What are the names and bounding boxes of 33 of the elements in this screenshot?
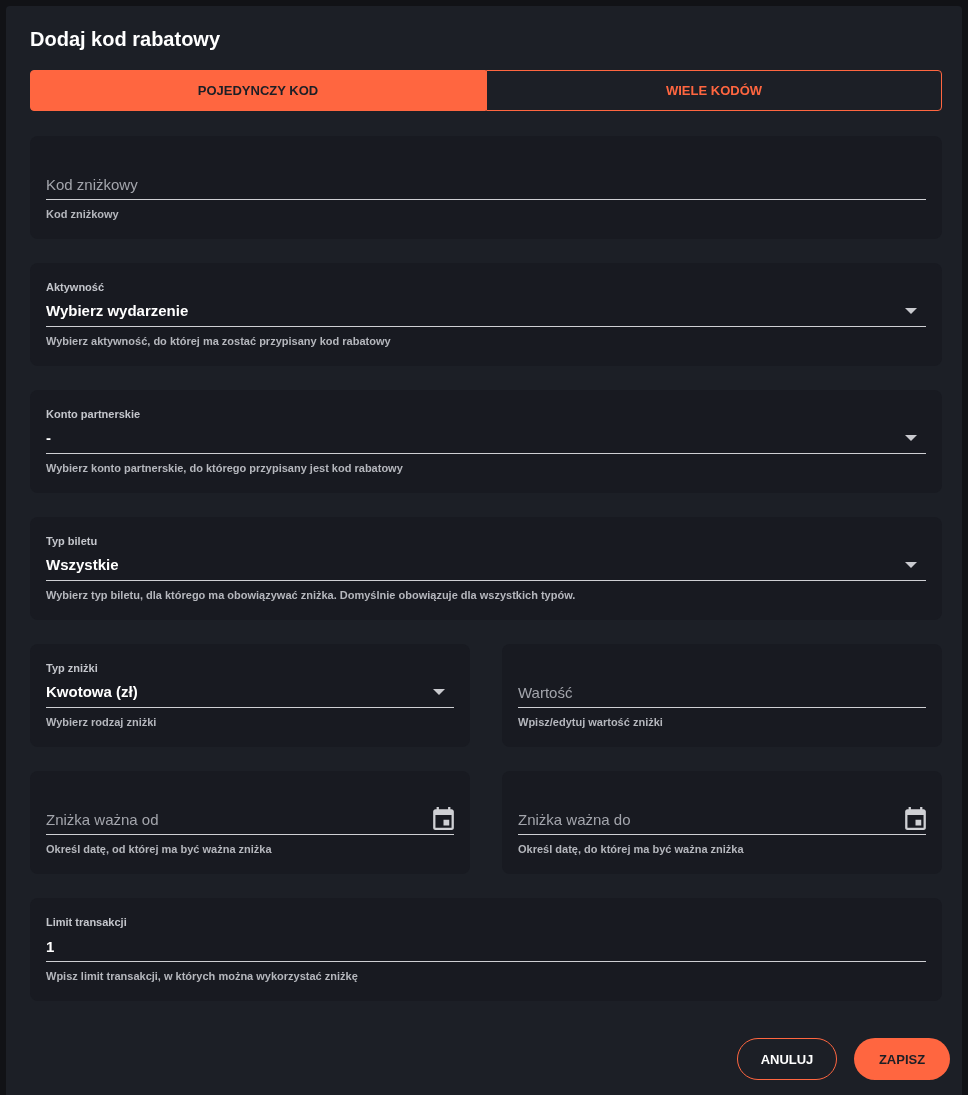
calendar-icon[interactable]: [433, 807, 454, 830]
select-field[interactable]: Wybierz wydarzenie: [46, 301, 926, 327]
date-field[interactable]: Zniżka ważna do: [518, 809, 905, 829]
dropdown-arrow-icon: [433, 689, 445, 695]
input-field[interactable]: Wartość: [518, 682, 926, 702]
helper-text: Określ datę, do której ma być ważna zniżka: [518, 842, 745, 856]
save-button[interactable]: ZAPISZ: [854, 1038, 950, 1080]
helper-text: Określ datę, od której ma być ważna zniżka: [46, 842, 273, 856]
helper-text: Wybierz typ biletu, dla którego ma obowiązywać zniżka. Domyślnie obowiązuje dla wszystkich typów.: [46, 588, 577, 602]
dropdown-arrow-icon: [905, 308, 917, 314]
helper-text: Wybierz konto partnerskie, do którego przypisany jest kod rabatowy: [46, 461, 404, 475]
tab[interactable]: POJEDYNCZY KOD: [30, 70, 486, 111]
field-label: Typ biletu: [46, 534, 98, 548]
field-label: Typ zniżki: [46, 661, 98, 675]
field-label: Limit transakcji: [46, 915, 127, 929]
helper-text: Wybierz rodzaj zniżki: [46, 715, 158, 729]
helper-text: Kod zniżkowy: [46, 207, 120, 221]
select-field[interactable]: Wszystkie: [46, 555, 926, 581]
select-field[interactable]: -: [46, 428, 926, 454]
dropdown-arrow-icon: [905, 435, 917, 441]
helper-text: Wpisz limit transakcji, w których można wykorzystać zniżkę: [46, 969, 359, 983]
input-field[interactable]: Kod zniżkowy: [46, 174, 926, 194]
tab[interactable]: WIELE KODÓW: [486, 70, 942, 111]
helper-text: Wpisz/edytuj wartość zniżki: [518, 715, 664, 729]
field-label: Aktywność: [46, 280, 105, 294]
calendar-icon[interactable]: [905, 807, 926, 830]
dialog-title: Dodaj kod rabatowy: [30, 27, 222, 51]
helper-text: Wybierz aktywność, do której ma zostać przypisany kod rabatowy: [46, 334, 392, 348]
select-field[interactable]: Kwotowa (zł): [46, 682, 454, 708]
input-field[interactable]: 1: [46, 936, 926, 956]
date-field[interactable]: Zniżka ważna od: [46, 809, 433, 829]
dropdown-arrow-icon: [905, 562, 917, 568]
field-label: Konto partnerskie: [46, 407, 141, 421]
